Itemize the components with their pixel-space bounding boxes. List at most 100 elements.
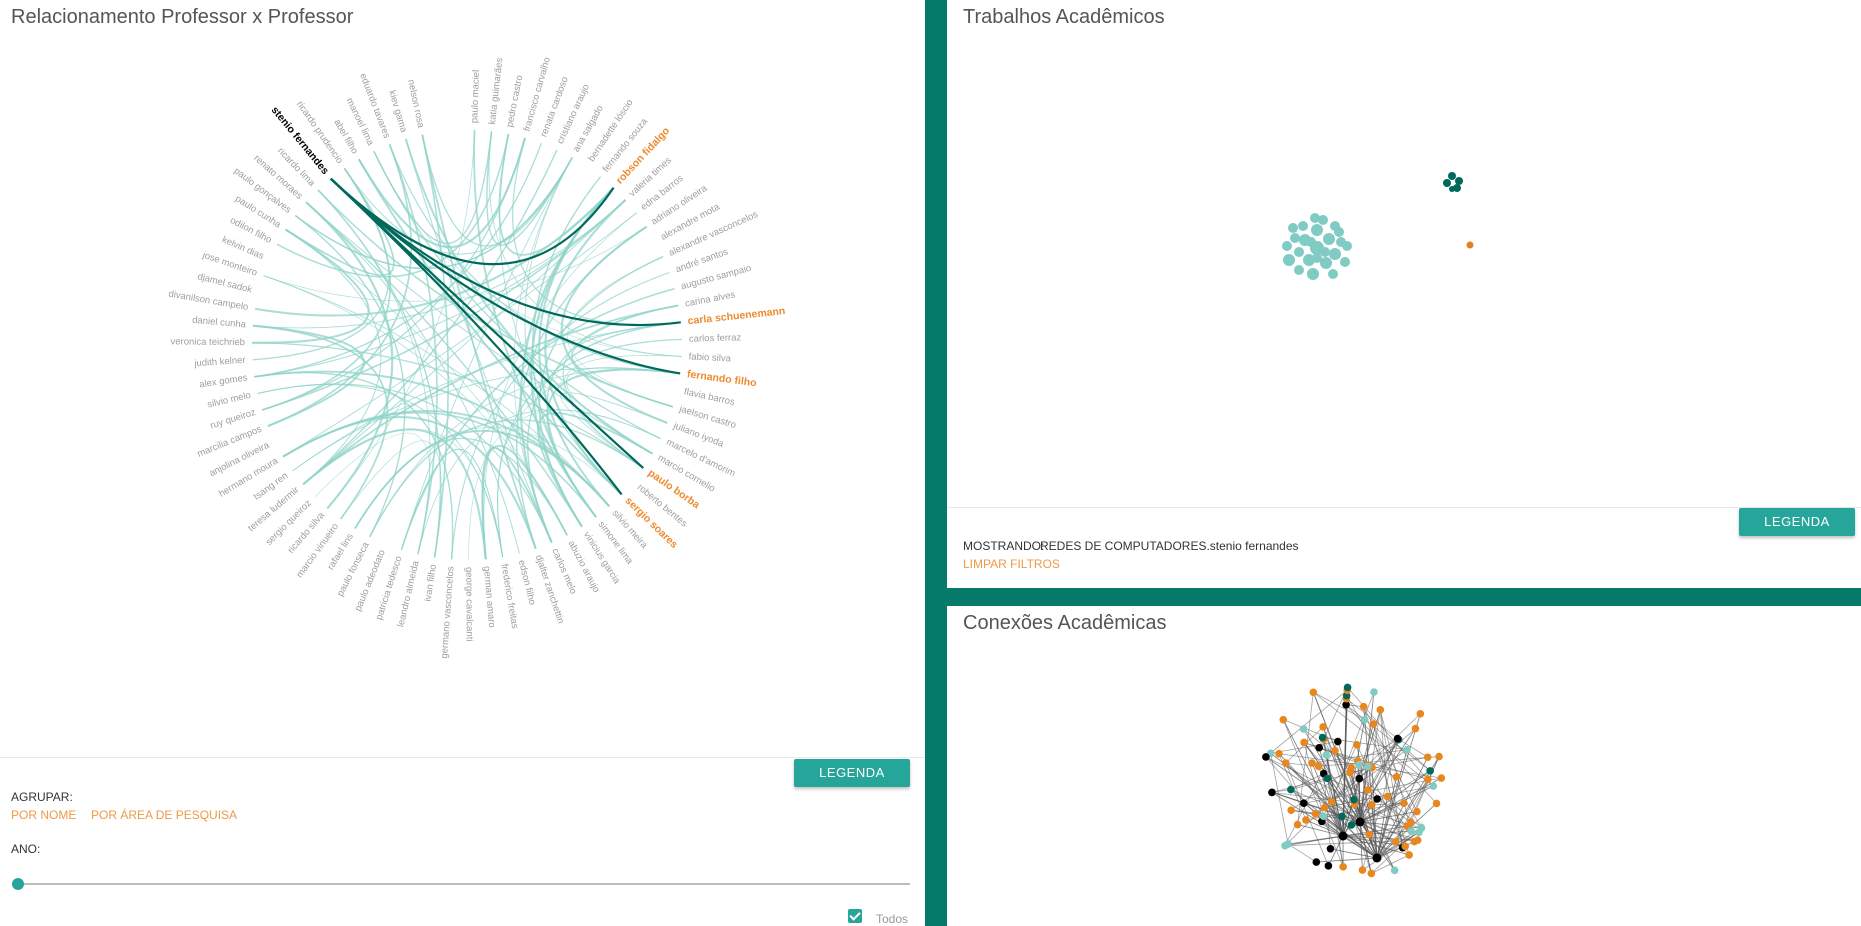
conexao-node[interactable]	[1318, 733, 1327, 742]
conexao-node[interactable]	[1364, 762, 1372, 771]
trabalho-node[interactable]	[1323, 233, 1335, 245]
trabalho-node[interactable]	[1334, 227, 1344, 237]
conexao-node[interactable]	[1343, 683, 1352, 692]
conexao-node[interactable]	[1275, 749, 1283, 758]
trabalho-node[interactable]	[1342, 241, 1352, 251]
conexao-node[interactable]	[1350, 795, 1358, 804]
conexao-node[interactable]	[1367, 869, 1376, 878]
trabalho-node[interactable]	[1294, 265, 1304, 275]
conexao-node[interactable]	[1401, 842, 1409, 851]
conexao-node[interactable]	[1365, 830, 1373, 839]
professor-label[interactable]: fernando filho	[686, 368, 757, 389]
conexao-node[interactable]	[1347, 821, 1356, 829]
conexao-node[interactable]	[1320, 803, 1329, 812]
conexao-node[interactable]	[1411, 724, 1420, 733]
conexao-node[interactable]	[1287, 785, 1295, 794]
conexao-node[interactable]	[1392, 773, 1401, 781]
legend-button-trabalhos[interactable]: LEGENDA	[1739, 508, 1855, 536]
trabalho-node[interactable]	[1443, 179, 1451, 187]
conexao-node[interactable]	[1322, 751, 1330, 759]
conexao-node[interactable]	[1372, 853, 1382, 863]
conexao-node[interactable]	[1268, 788, 1276, 797]
trabalho-node[interactable]	[1290, 233, 1300, 243]
conexao-node[interactable]	[1319, 812, 1328, 820]
conexao-node[interactable]	[1358, 866, 1367, 874]
conexao-node[interactable]	[1314, 762, 1323, 771]
conexao-node[interactable]	[1383, 792, 1392, 801]
conexao-node[interactable]	[1391, 837, 1400, 846]
conexao-node[interactable]	[1355, 774, 1364, 783]
professor-label[interactable]: frederico freitas	[498, 563, 520, 630]
conexao-node[interactable]	[1435, 752, 1443, 761]
conexao-node[interactable]	[1312, 858, 1321, 866]
professor-label[interactable]: paulo maciel	[469, 70, 482, 124]
conexao-node[interactable]	[1339, 863, 1347, 871]
professor-label[interactable]: german amaro	[481, 566, 497, 629]
professor-label[interactable]: silvio melo	[206, 390, 252, 411]
conexao-node[interactable]	[1413, 836, 1422, 844]
conexao-node[interactable]	[1403, 745, 1411, 754]
conexao-node[interactable]	[1293, 820, 1302, 829]
conexao-node[interactable]	[1338, 812, 1346, 821]
conexao-node[interactable]	[1355, 817, 1365, 827]
conexao-node[interactable]	[1319, 723, 1327, 731]
ano-slider-thumb[interactable]	[12, 878, 24, 890]
conexao-node[interactable]	[1426, 767, 1434, 775]
conexao-node[interactable]	[1309, 688, 1318, 697]
conexao-node[interactable]	[1327, 797, 1336, 806]
professor-label[interactable]: alex gomes	[199, 372, 249, 390]
trabalho-node[interactable]	[1310, 213, 1320, 223]
conexao-node[interactable]	[1367, 801, 1376, 809]
professor-label[interactable]: ivan filho	[423, 564, 440, 603]
conexao-node[interactable]	[1281, 841, 1289, 850]
conexao-node[interactable]	[1299, 725, 1308, 733]
professor-label[interactable]: george cavalcanti	[463, 567, 475, 642]
trabalho-node[interactable]	[1307, 268, 1319, 280]
professor-label[interactable]: germano vasconcelos	[439, 566, 457, 659]
professor-label[interactable]: judith kelner	[193, 355, 246, 370]
conexao-node[interactable]	[1432, 799, 1441, 808]
trabalho-node[interactable]	[1306, 237, 1316, 247]
conexao-node[interactable]	[1424, 775, 1432, 784]
trabalho-node[interactable]	[1466, 241, 1474, 249]
professor-label[interactable]: katia guimarães	[487, 57, 506, 125]
todos-checkbox[interactable]	[848, 909, 862, 923]
conexao-node[interactable]	[1416, 709, 1425, 718]
conexao-node[interactable]	[1400, 799, 1408, 807]
professor-label[interactable]: carla schuenemann	[687, 305, 786, 327]
professor-label[interactable]: carina alves	[684, 289, 736, 309]
conexao-node[interactable]	[1323, 774, 1332, 783]
trabalho-node[interactable]	[1455, 177, 1463, 185]
conexao-node[interactable]	[1355, 760, 1363, 769]
trabalho-node[interactable]	[1288, 223, 1298, 233]
conexao-node[interactable]	[1279, 715, 1288, 724]
conexao-node[interactable]	[1300, 799, 1308, 808]
trabalho-node[interactable]	[1282, 241, 1292, 251]
conexao-node[interactable]	[1429, 782, 1438, 790]
trabalho-node[interactable]	[1329, 248, 1341, 260]
conexao-node[interactable]	[1324, 862, 1333, 870]
legend-button-relacionamento[interactable]: LEGENDA	[794, 759, 910, 787]
conexao-node[interactable]	[1370, 688, 1378, 696]
conexao-node[interactable]	[1326, 844, 1335, 853]
limpar-filtros-link[interactable]: LIMPAR FILTROS	[963, 557, 1060, 571]
conexao-node[interactable]	[1373, 795, 1381, 803]
conexao-node[interactable]	[1360, 715, 1369, 724]
conexao-node[interactable]	[1315, 743, 1324, 752]
conexao-node[interactable]	[1364, 786, 1372, 794]
trabalho-node[interactable]	[1311, 224, 1323, 236]
conexao-node[interactable]	[1359, 702, 1368, 711]
trabalho-node[interactable]	[1449, 186, 1455, 192]
conexao-node[interactable]	[1281, 759, 1290, 767]
trabalho-node[interactable]	[1294, 247, 1304, 257]
conexao-node[interactable]	[1311, 809, 1320, 818]
professor-label[interactable]: edson filho	[516, 559, 538, 606]
conexao-node[interactable]	[1308, 759, 1316, 767]
trabalho-node[interactable]	[1298, 221, 1308, 231]
agrupar-por-nome[interactable]: POR NOME	[11, 808, 76, 822]
professor-label[interactable]: daniel cunha	[192, 315, 247, 331]
professor-label[interactable]: carlos ferraz	[689, 332, 742, 344]
professor-label[interactable]: fabio silva	[688, 351, 731, 364]
conexao-node[interactable]	[1347, 763, 1356, 772]
conexao-node[interactable]	[1417, 823, 1425, 832]
